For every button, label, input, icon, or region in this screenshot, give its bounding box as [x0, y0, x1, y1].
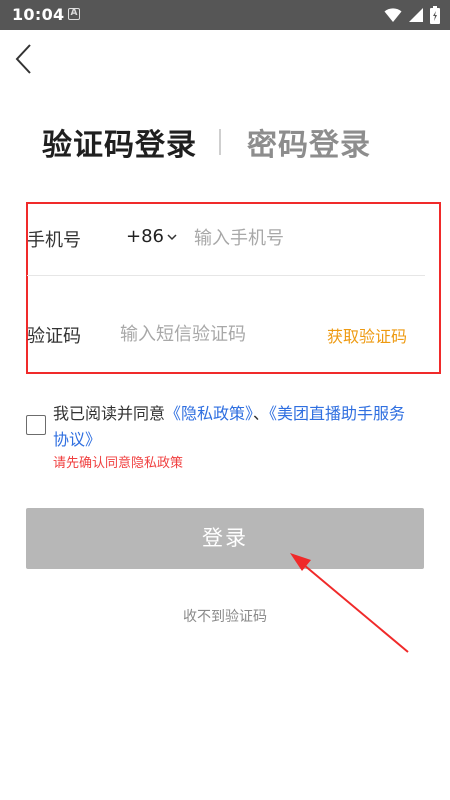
chevron-down-icon: [167, 233, 177, 240]
agreement-text: 我已阅读并同意《隐私政策》、《美团直播助手服务协议》: [53, 401, 418, 453]
privacy-policy-link[interactable]: 《隐私政策》: [165, 404, 253, 423]
country-code-value: +86: [126, 226, 164, 247]
signal-icon: [409, 8, 423, 22]
get-code-button[interactable]: 获取验证码: [327, 323, 407, 347]
battery-icon: [430, 6, 440, 24]
row-divider: [27, 275, 425, 276]
code-label: 验证码: [27, 326, 81, 347]
phone-input[interactable]: [194, 222, 414, 254]
sms-code-input[interactable]: [120, 318, 310, 350]
agreement-separator: 、: [253, 404, 270, 423]
status-bar: 10:04 A: [0, 0, 450, 30]
chevron-left-icon: [15, 44, 31, 74]
login-button[interactable]: 登录: [26, 508, 424, 569]
status-time: 10:04: [12, 5, 65, 24]
wifi-icon: [384, 8, 402, 22]
country-code-selector[interactable]: +86: [126, 226, 178, 247]
tab-password-login[interactable]: 密码登录: [247, 120, 371, 164]
phone-label: 手机号: [27, 230, 81, 251]
tab-divider: [219, 129, 221, 155]
back-button[interactable]: [10, 42, 40, 76]
agreement-warning: 请先确认同意隐私政策: [53, 456, 184, 471]
agreement-checkbox[interactable]: [26, 415, 46, 435]
notification-badge-icon: A: [68, 8, 80, 20]
agreement-prefix: 我已阅读并同意: [53, 404, 166, 423]
status-icons: [384, 6, 440, 24]
login-mode-tabs: 验证码登录 密码登录: [42, 120, 371, 164]
tab-sms-login[interactable]: 验证码登录: [42, 120, 197, 164]
no-code-link[interactable]: 收不到验证码: [0, 606, 450, 626]
